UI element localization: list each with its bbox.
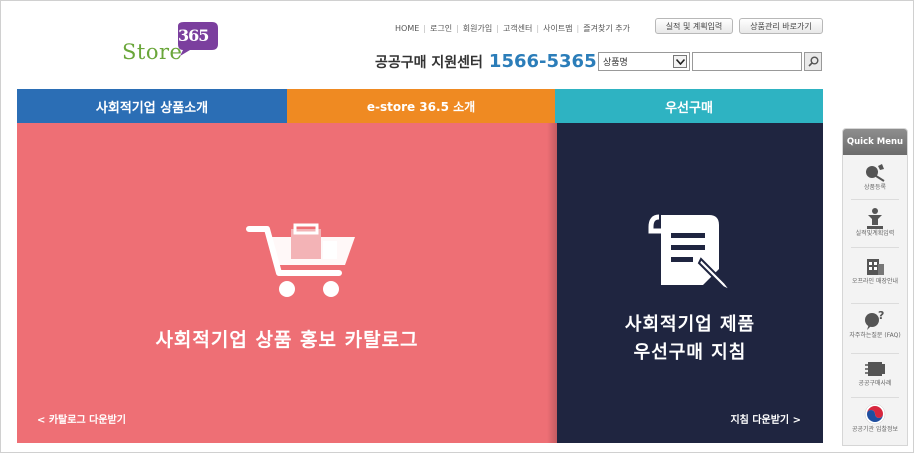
quick-menu-divider: [851, 199, 899, 200]
tab-social-enterprise-products[interactable]: 사회적기업 상품소개: [17, 89, 287, 123]
support-center: 공공구매 지원센터 1566-5365: [375, 51, 597, 73]
performance-plan-button[interactable]: 실적 및 계획입력: [655, 18, 733, 34]
nav-home-link[interactable]: HOME: [395, 24, 419, 33]
product-register-icon: [866, 164, 885, 182]
search-icon: [807, 56, 818, 67]
nav-separator: |: [456, 23, 459, 33]
nav-customer-center-link[interactable]: 고객센터: [503, 23, 532, 34]
quick-menu-divider: [851, 397, 899, 398]
catalog-download-link[interactable]: < 카탈로그 다운받기: [37, 411, 126, 426]
quick-menu-label: 상품등록: [863, 184, 887, 191]
purchase-case-icon: [865, 362, 885, 376]
public-bid-icon: [864, 403, 886, 425]
quick-menu-purchase-case[interactable]: 공공구매사례: [843, 359, 907, 387]
quick-menu-divider: [851, 247, 899, 248]
catalog-banner[interactable]: 사회적기업 상품 홍보 카탈로그 < 카탈로그 다운받기: [17, 123, 557, 443]
product-management-button[interactable]: 상품관리 바로가기: [739, 18, 823, 34]
tab-priority-purchase[interactable]: 우선구매: [555, 89, 823, 123]
nav-separator: |: [536, 23, 540, 33]
nav-bookmark-link[interactable]: 즐겨찾기 추가: [583, 23, 630, 34]
guideline-title: 사회적기업 제품 우선구매 지침: [557, 311, 823, 367]
logo-number: 365: [178, 26, 209, 45]
quick-menu-label: 공공기관 입찰정보: [851, 426, 899, 433]
quick-menu-label: 실적및계획입력: [855, 230, 895, 237]
support-phone-number: 1566-5365: [488, 51, 597, 72]
quick-menu-title: Quick Menu: [843, 129, 907, 155]
guideline-download-link[interactable]: 지침 다운받기 >: [730, 411, 801, 426]
panel-shadow: [547, 123, 557, 443]
guideline-title-line2: 우선구매 지침: [633, 342, 747, 363]
quick-menu-divider: [851, 353, 899, 354]
guideline-banner[interactable]: 사회적기업 제품 우선구매 지침 지침 다운받기 >: [557, 123, 823, 443]
svg-text:?: ?: [878, 309, 884, 322]
quick-menu-offline-store[interactable]: 오프라인 매장안내: [843, 255, 907, 285]
quick-menu-label: 공공구매사례: [858, 380, 892, 387]
top-navigation: HOME | 로그인 | 회원가입 | 고객센터 | 사이트맵 | 즐겨찾기 추…: [395, 20, 630, 36]
quick-menu-label: 오프라인 매장안내: [851, 278, 899, 285]
document-pen-icon: [648, 214, 732, 292]
catalog-title: 사회적기업 상품 홍보 카탈로그: [155, 329, 419, 351]
search-category-select[interactable]: 상품명: [598, 52, 690, 71]
quick-menu-public-bid[interactable]: 공공기관 입찰정보: [843, 403, 907, 433]
search-input[interactable]: [692, 52, 802, 71]
quick-menu-label: 자주하는질문 (FAQ): [849, 332, 901, 339]
quick-menu: Quick Menu 상품등록 실적및계획입력 오프라인 매장안내 ? 자주하는…: [842, 128, 908, 446]
search-button[interactable]: [804, 52, 822, 71]
nav-sitemap-link[interactable]: 사이트맵: [543, 23, 572, 34]
shopping-cart-icon: [246, 223, 355, 297]
search-category-value: 상품명: [603, 58, 628, 68]
logo-text: Store: [122, 40, 183, 64]
chevron-down-icon[interactable]: [673, 55, 687, 68]
nav-login-link[interactable]: 로그인: [430, 23, 452, 34]
performance-input-icon: [867, 208, 883, 229]
nav-separator: |: [423, 23, 426, 33]
nav-signup-link[interactable]: 회원가입: [463, 23, 492, 34]
quick-menu-faq[interactable]: ? 자주하는질문 (FAQ): [843, 309, 907, 339]
quick-menu-product-register[interactable]: 상품등록: [843, 163, 907, 191]
nav-separator: |: [576, 23, 580, 33]
store365-logo[interactable]: 365 Store: [122, 22, 222, 72]
tab-estore-intro[interactable]: e-store 36.5 소개: [287, 89, 555, 123]
nav-separator: |: [496, 23, 499, 33]
faq-icon: ?: [865, 309, 884, 330]
quick-menu-divider: [851, 303, 899, 304]
support-center-label: 공공구매 지원센터: [375, 55, 483, 71]
quick-menu-performance-input[interactable]: 실적및계획입력: [843, 207, 907, 237]
guideline-title-line1: 사회적기업 제품: [624, 314, 756, 335]
offline-store-icon: [867, 259, 884, 275]
